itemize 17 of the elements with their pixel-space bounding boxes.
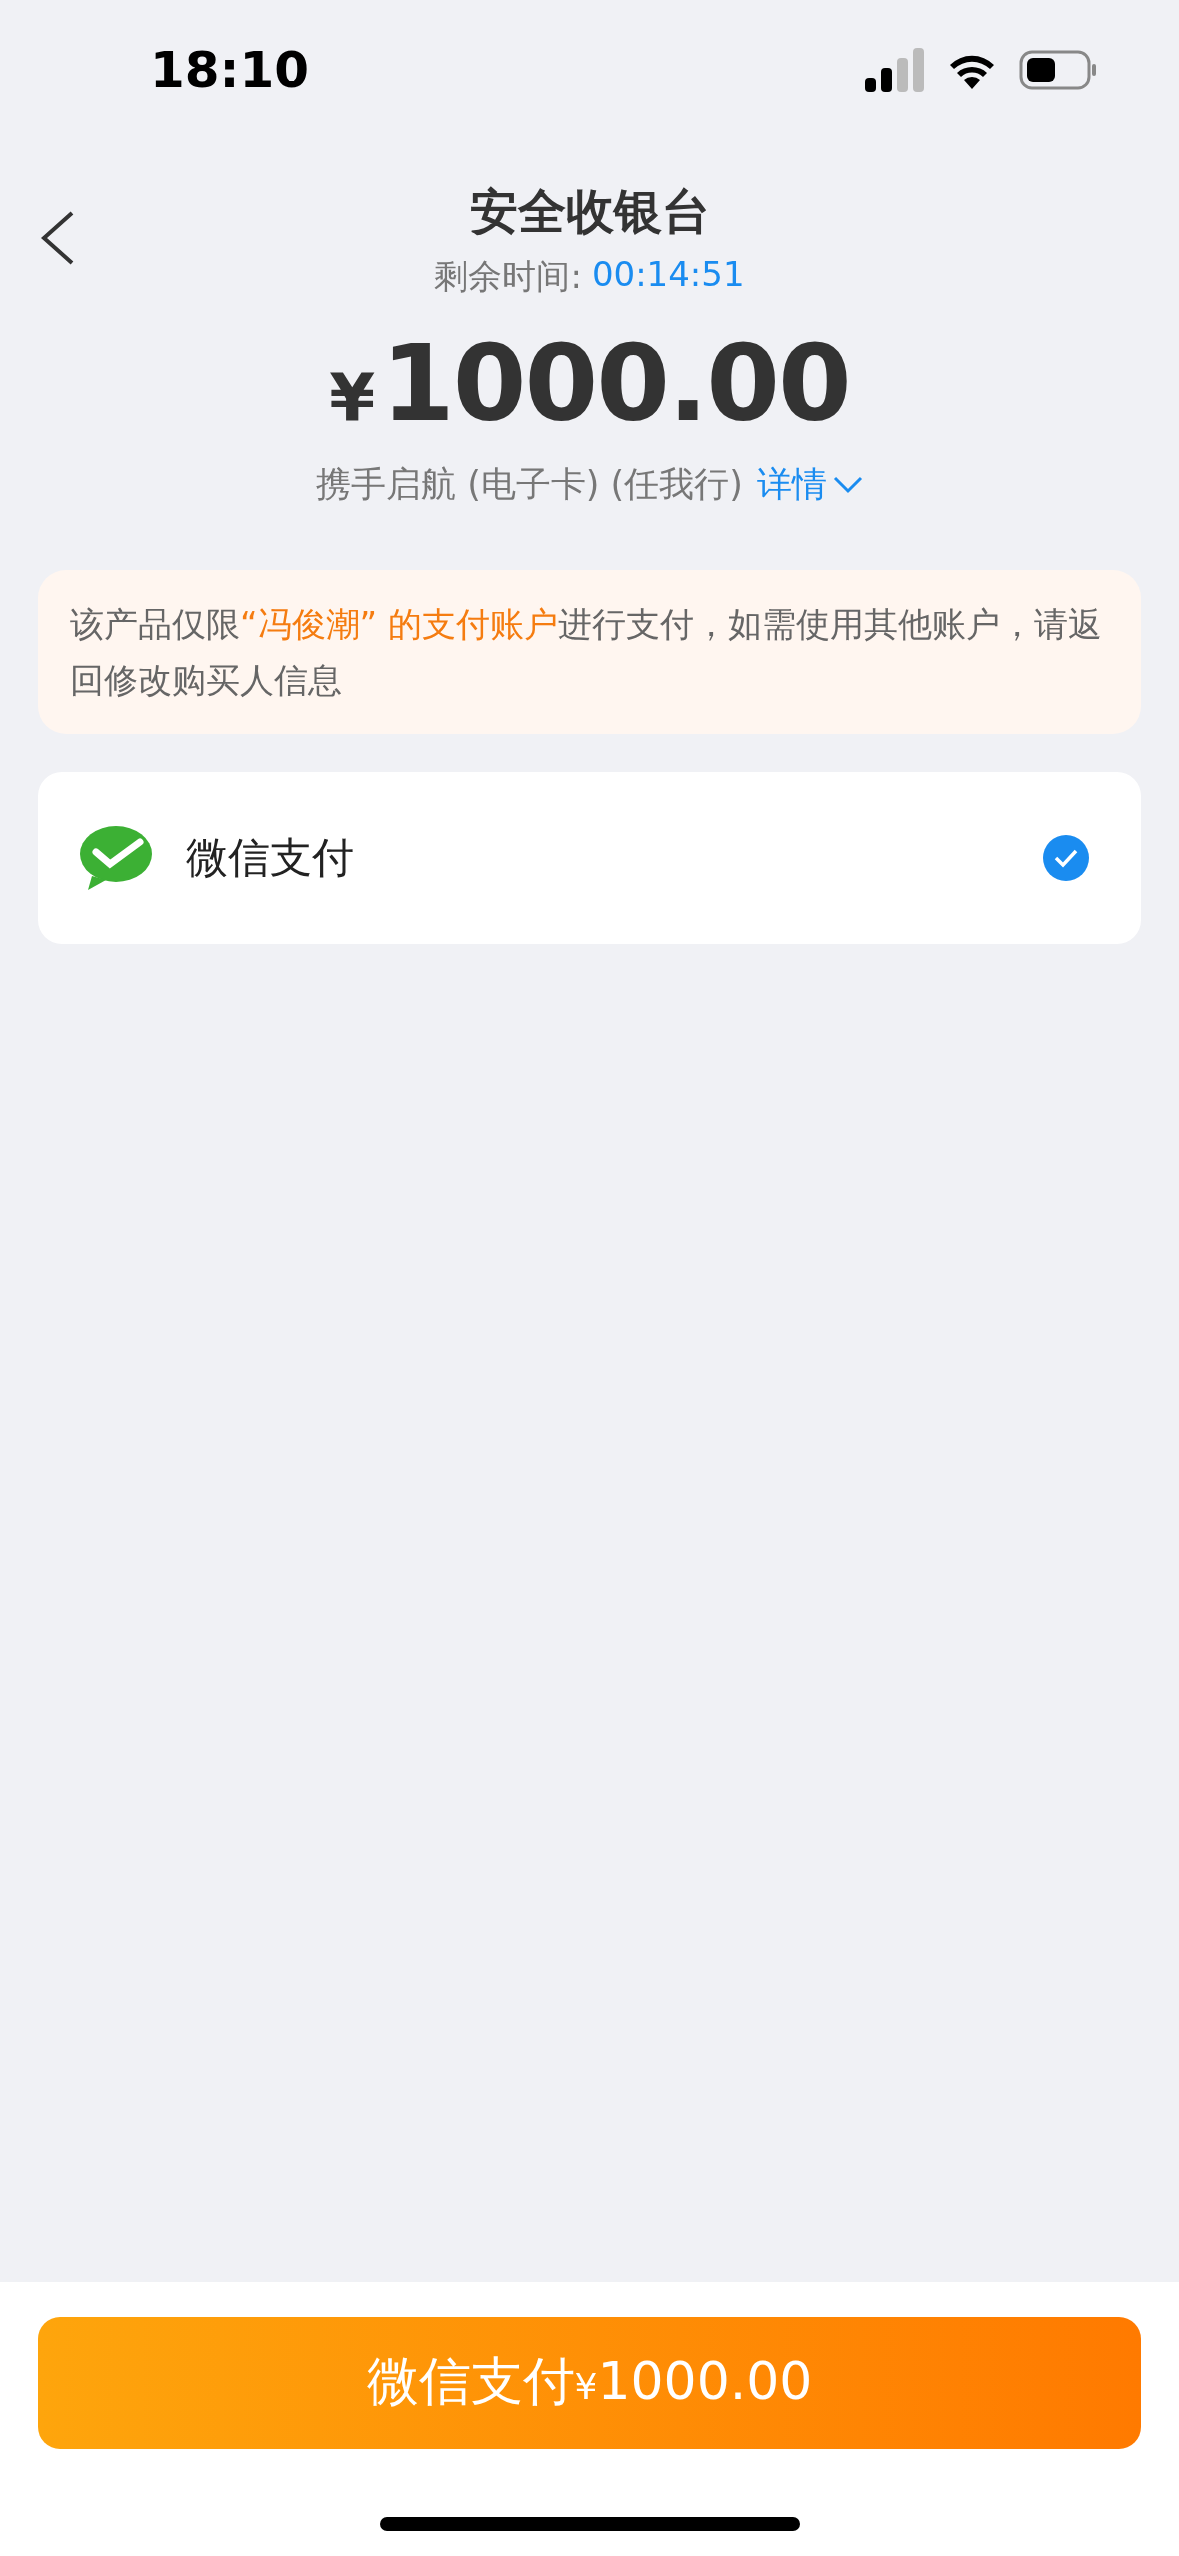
- chevron-down-icon: [832, 475, 863, 494]
- back-icon[interactable]: [40, 210, 76, 266]
- payment-method-option[interactable]: 微信支付: [38, 772, 1141, 944]
- amount-value: 1000.00: [381, 322, 850, 445]
- currency-symbol: ¥: [329, 359, 376, 436]
- details-link[interactable]: 详情: [756, 461, 863, 508]
- countdown-timer: 00:14:51: [591, 254, 745, 296]
- page-title: 安全收银台: [469, 182, 710, 241]
- battery-icon: [1019, 50, 1097, 90]
- product-name: 携手启航 (电子卡) (任我行): [316, 463, 743, 506]
- pay-button[interactable]: 微信支付¥1000.00: [38, 2317, 1141, 2449]
- payment-method-label: 微信支付: [186, 832, 355, 884]
- account-notice: 该产品仅限“冯俊潮” 的支付账户进行支付，如需使用其他账户，请返回修改购买人信息: [38, 570, 1141, 734]
- chat-bubble-check-icon: [78, 824, 154, 892]
- countdown-label: 剩余时间:: [434, 255, 582, 298]
- status-time: 18:10: [150, 41, 310, 99]
- signal-icon: [865, 48, 925, 92]
